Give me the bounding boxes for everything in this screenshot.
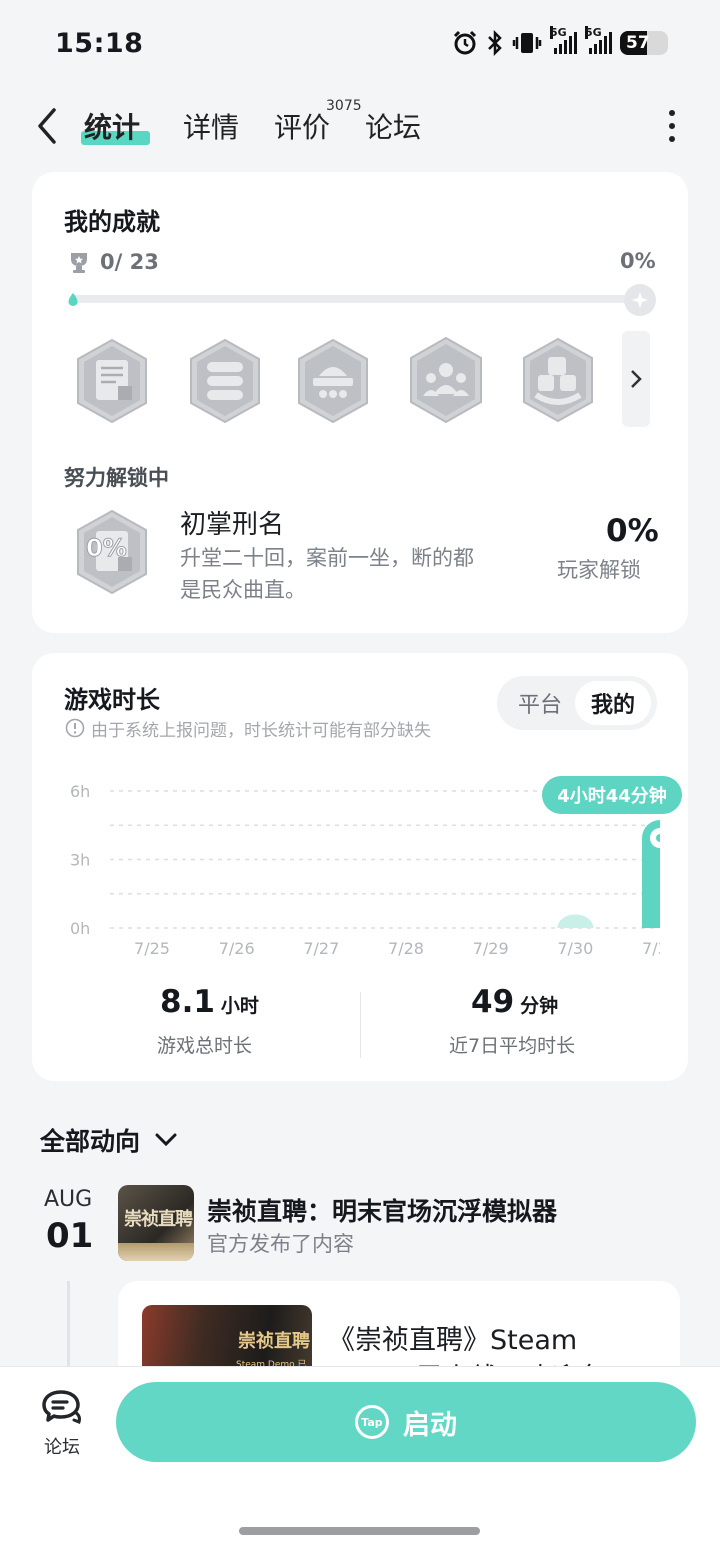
avg-playtime: 49 分钟 [471,984,558,1020]
feed-filter[interactable]: 全部动向 [40,1122,178,1158]
battery-level: 57 [626,33,650,53]
home-indicator [239,1527,480,1535]
feed-month: AUG [44,1187,93,1212]
launch-button[interactable]: Tap 启动 [116,1382,696,1462]
playtime-source-toggle[interactable]: 平台 我的 [497,676,657,730]
tab-details[interactable]: 详情 [183,106,239,146]
y-tick-label: 6h [70,782,90,801]
avg-playtime-unit: 分钟 [520,995,559,1017]
player-unlock-rate: 0% [606,513,659,549]
post-image-title: 崇祯直聘 [238,1331,310,1352]
timeline-line [67,1281,70,1371]
tab-forum[interactable]: 论坛 [365,106,421,146]
signal-1-icon: 5G [550,26,577,54]
review-count-badge: 3075 [326,98,362,114]
x-tick-label: 7/31 [642,939,660,958]
tab-reviews[interactable]: 评价 [274,106,330,146]
tab-stats[interactable]: 统计 [84,106,140,146]
status-time: 15:18 [55,28,144,59]
dice-icon[interactable] [522,337,594,423]
game-thumbnail-text: 崇祯直聘 [124,1209,193,1230]
signal-2-icon: 5G [585,26,612,54]
bluetooth-icon [488,30,502,56]
total-playtime-unit: 小时 [220,995,259,1017]
current-badge-percent: 0% [86,534,128,563]
y-tick-label: 3h [70,851,90,870]
trophy-icon [71,253,87,273]
playtime-highlight-label: 4小时44分钟 [542,776,682,814]
player-unlock-label: 玩家解锁 [557,558,641,582]
chevron-right-icon [631,370,642,388]
progress-start-drop-icon [68,293,78,306]
forum-icon[interactable] [41,1388,83,1426]
total-playtime: 8.1 小时 [160,984,259,1020]
x-tick-label: 7/30 [557,939,593,958]
feed-action: 官方发布了内容 [207,1232,354,1256]
chevron-down-icon [155,1133,177,1147]
achievement-percent: 0% [620,249,656,273]
x-tick-label: 7/29 [473,939,509,958]
alarm-icon [453,30,477,55]
avg-playtime-value: 49 [471,984,515,1020]
current-achievement-desc-1: 升堂二十回，案前一坐，断的都 [180,546,474,570]
post-title-line-1: 《崇祯直聘》Steam [328,1325,578,1356]
unlocking-title: 努力解锁中 [64,466,169,490]
x-tick-label: 7/28 [388,939,424,958]
game-thumbnail[interactable]: 崇祯直聘 [118,1185,194,1261]
progress-end-star-icon [624,284,656,316]
playtime-title: 游戏时长 [64,686,160,714]
x-tick-label: 7/25 [134,939,170,958]
current-achievement-name: 初掌刑名 [180,510,285,540]
court-icon[interactable] [297,338,369,424]
stat-divider [360,992,361,1058]
vibrate-icon [512,33,542,53]
current-achievement-desc-2: 是民众曲直。 [180,578,306,602]
forum-label[interactable]: 论坛 [44,1433,80,1459]
achievement-count: 0/ 23 [100,250,159,274]
scroll-icon[interactable] [76,338,148,424]
achievement-progress-track [72,295,647,303]
tap-logo-icon: Tap [355,1405,389,1439]
x-tick-label: 7/26 [219,939,255,958]
battery-icon: 57 [620,31,668,55]
toggle-platform[interactable]: 平台 [503,681,577,725]
achievements-title: 我的成就 [64,208,160,236]
more-options-icon[interactable] [660,110,684,142]
signal-1-label: 5G [550,26,567,39]
feed-filter-label: 全部动向 [40,1127,141,1156]
toggle-mine[interactable]: 我的 [575,681,651,725]
playtime-notice: 由于系统上报问题，时长统计可能有部分缺失 [91,721,431,741]
info-icon [65,718,85,738]
feed-day: 01 [46,1216,94,1256]
feed-game-name[interactable]: 崇祯直聘：明末官场沉浮模拟器 [207,1192,557,1228]
crowd-icon[interactable] [409,336,483,424]
avg-playtime-label: 近7日平均时长 [449,1035,576,1057]
y-tick-label: 0h [70,919,90,938]
total-playtime-value: 8.1 [160,984,215,1020]
x-tick-label: 7/27 [303,939,339,958]
back-button[interactable] [30,104,66,148]
launch-label: 启动 [403,1409,457,1441]
bar-7-30[interactable] [557,914,594,928]
scrolls-icon[interactable] [189,338,261,424]
total-playtime-label: 游戏总时长 [157,1035,253,1057]
status-icons: 5G 5G 57 [452,26,668,56]
more-achievements-button[interactable] [622,331,650,427]
signal-2-label: 5G [585,26,602,39]
